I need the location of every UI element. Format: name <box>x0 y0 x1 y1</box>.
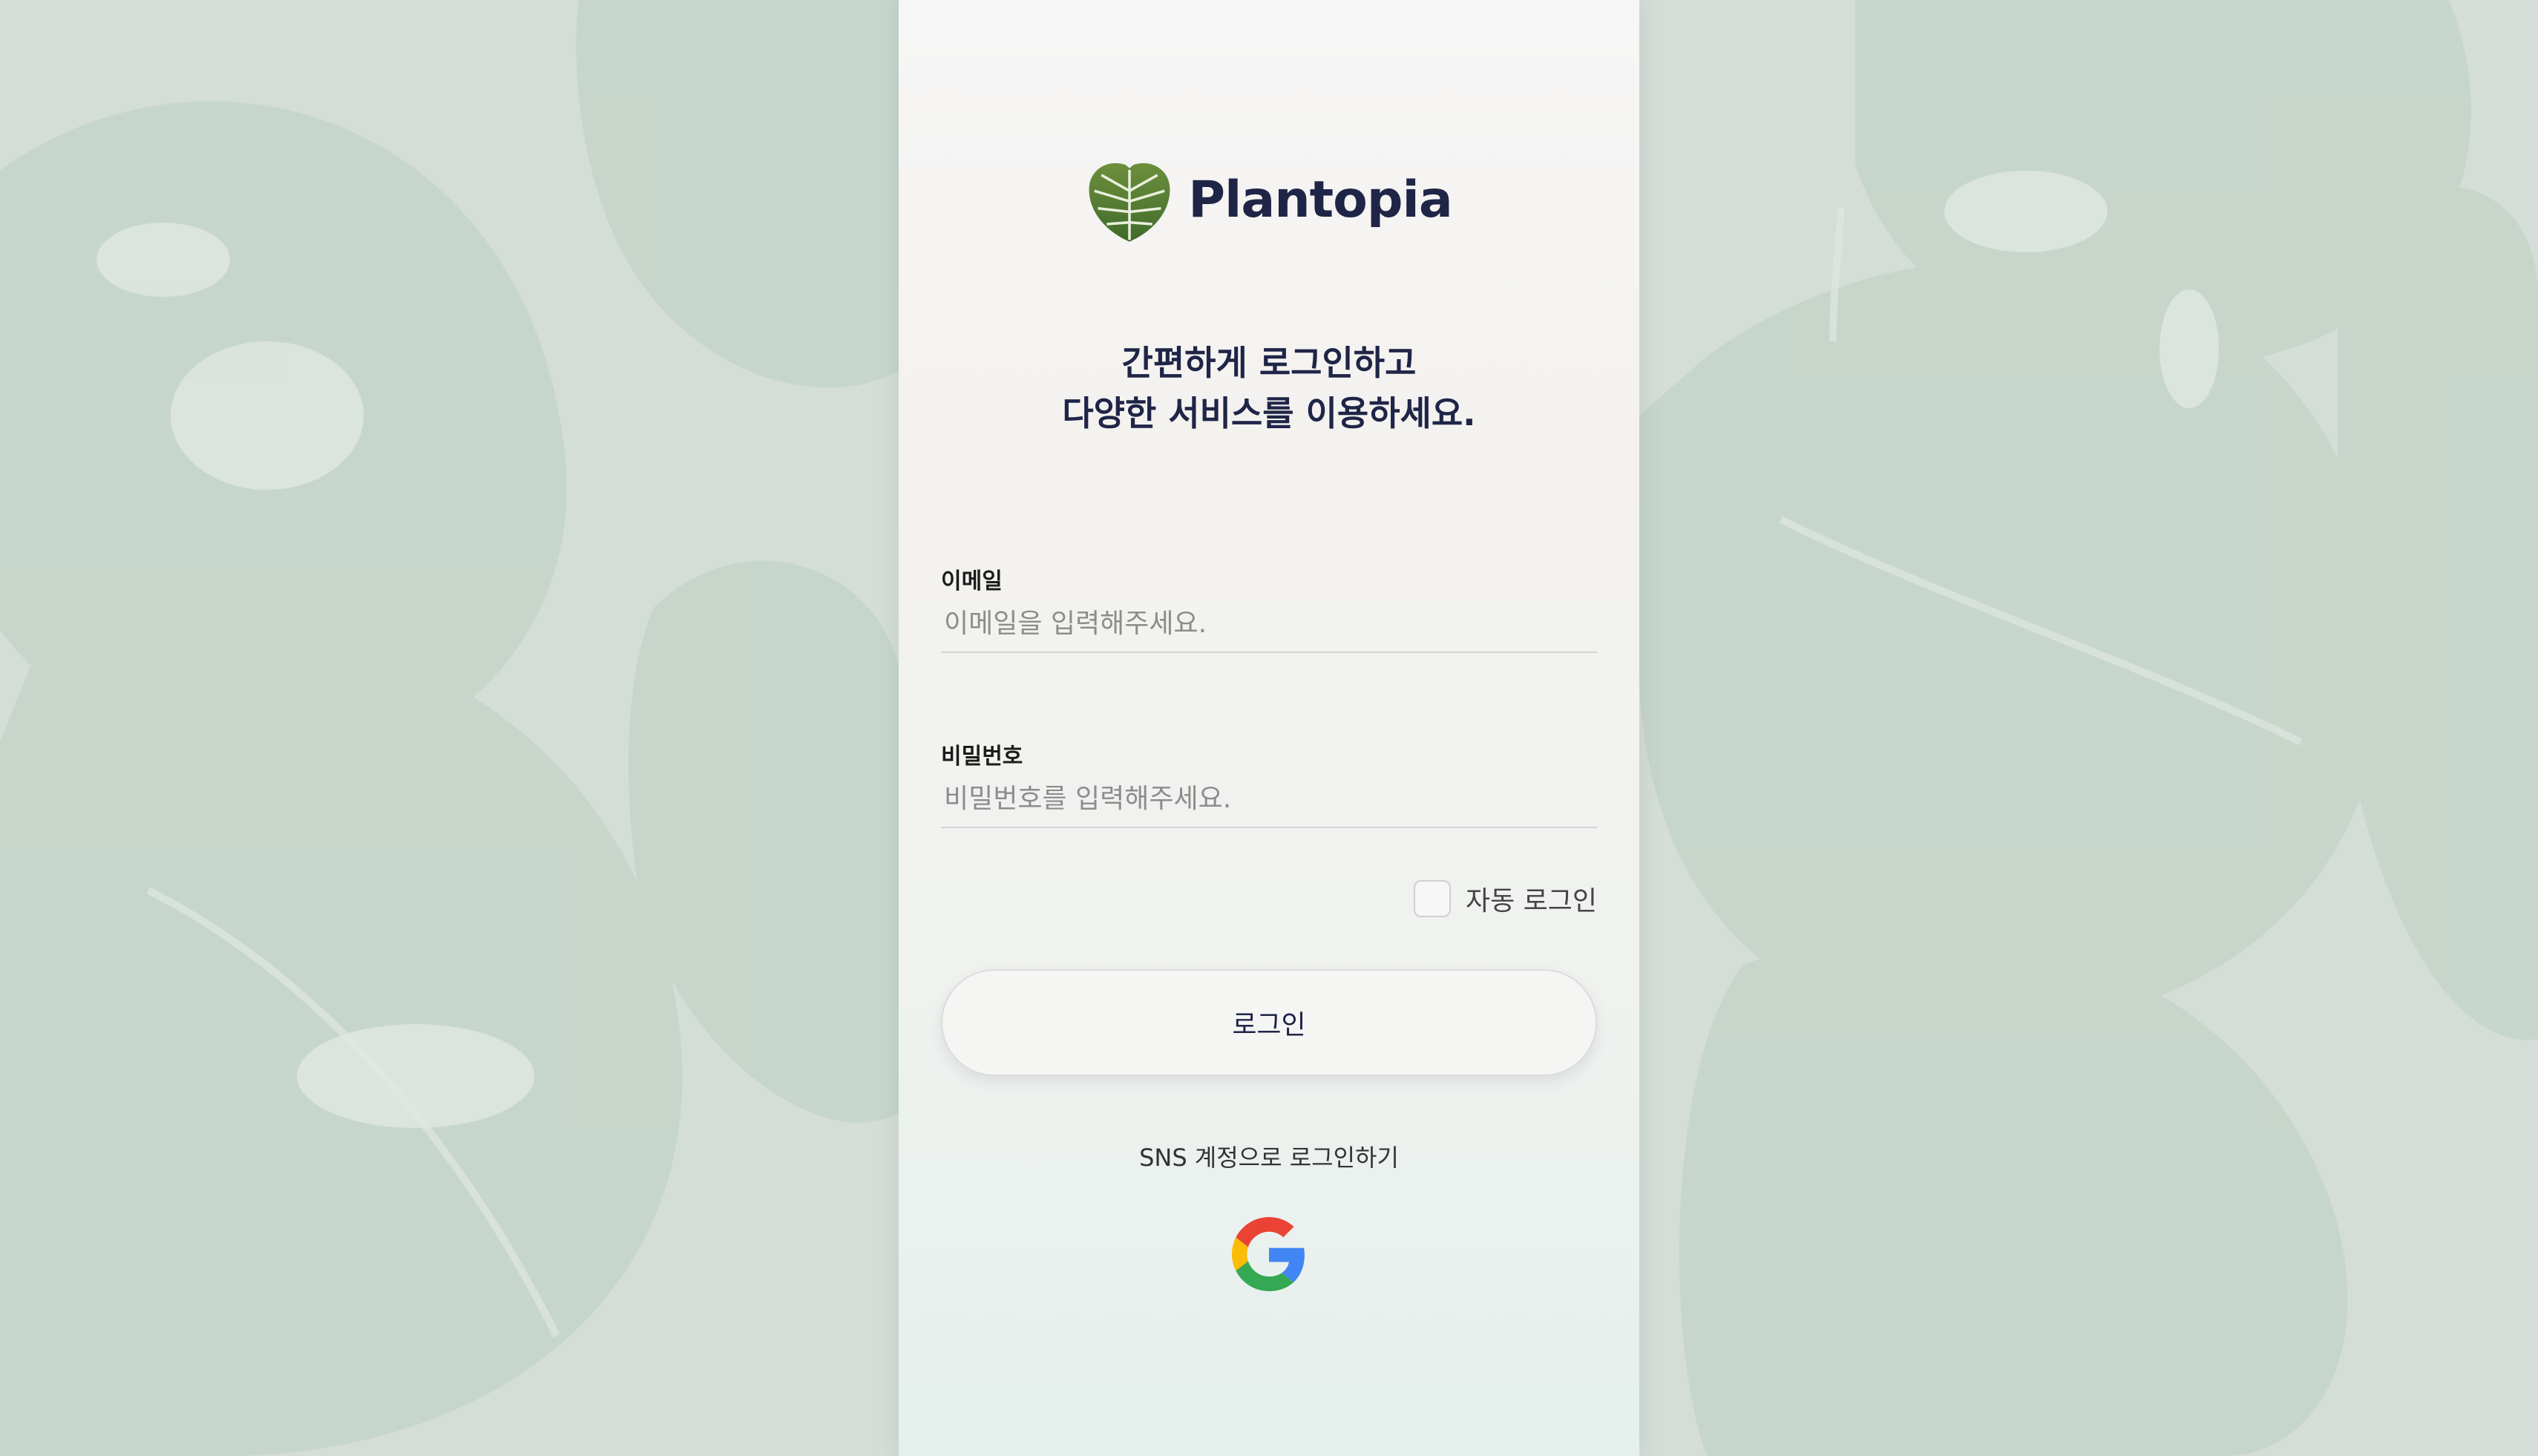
password-label: 비밀번호 <box>941 744 1023 770</box>
auto-login-checkbox[interactable] <box>1413 880 1451 917</box>
password-input[interactable] <box>941 770 1597 828</box>
email-field-group: 이메일 <box>941 563 1597 653</box>
google-icon[interactable] <box>1232 1217 1306 1291</box>
auto-login-option[interactable]: 자동 로그인 <box>1413 879 1597 918</box>
email-input[interactable] <box>941 595 1597 653</box>
email-label: 이메일 <box>941 568 1003 594</box>
logo: Plantopia <box>899 156 1639 243</box>
login-button[interactable]: 로그인 <box>941 969 1597 1076</box>
monstera-leaf-icon <box>1089 163 1170 242</box>
auto-login-label: 자동 로그인 <box>1465 886 1597 916</box>
login-panel: Plantopia 간편하게 로그인하고 다양한 서비스를 이용하세요. 이메일… <box>899 0 1639 1456</box>
headline: 간편하게 로그인하고 다양한 서비스를 이용하세요. <box>899 338 1639 439</box>
headline-line2: 다양한 서비스를 이용하세요. <box>1062 393 1476 433</box>
headline-line1: 간편하게 로그인하고 <box>1121 343 1417 383</box>
sns-login-prompt: SNS 계정으로 로그인하기 <box>1139 1144 1399 1172</box>
password-field-group: 비밀번호 <box>941 738 1597 828</box>
brand-name: Plantopia <box>1188 170 1453 229</box>
